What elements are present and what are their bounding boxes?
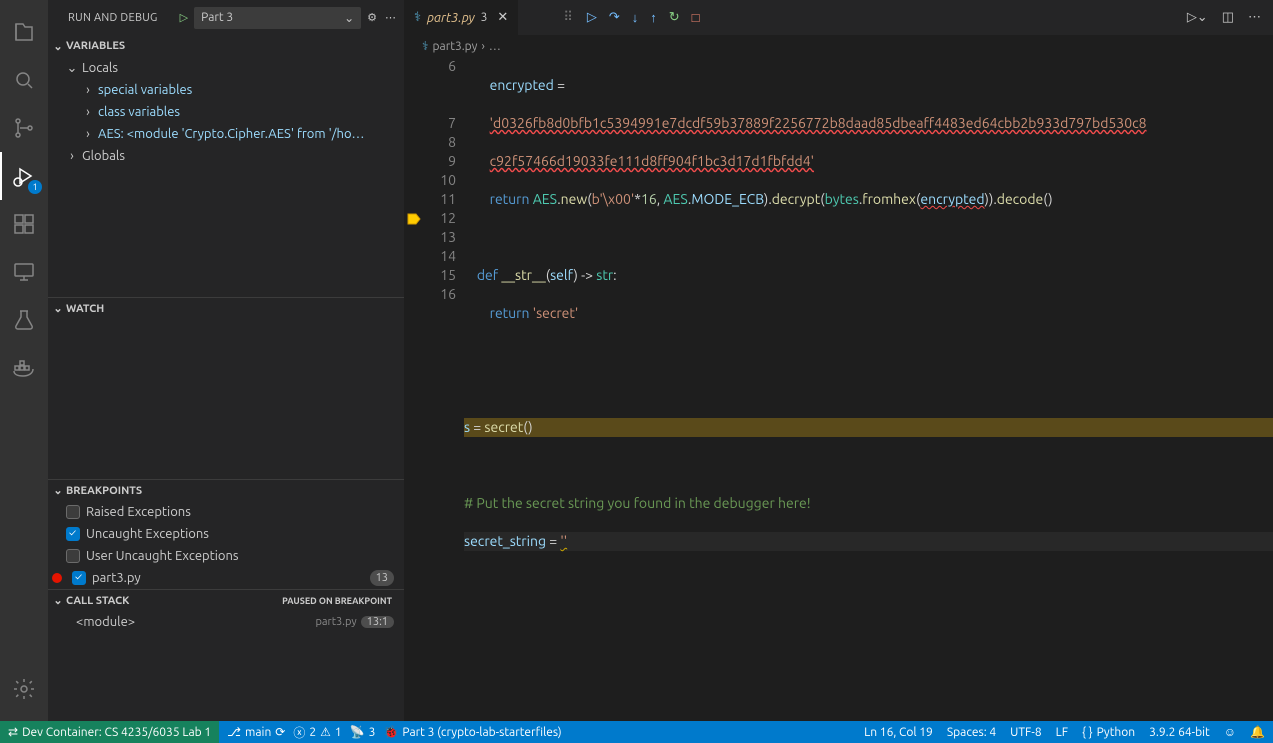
breakpoint-file-row[interactable]: part3.py13	[48, 567, 404, 589]
line-numbers: 6 7 8 9 10 11 12 13 14 15 16	[424, 57, 464, 721]
debug-badge: 1	[28, 180, 42, 194]
extensions-icon[interactable]	[0, 200, 48, 248]
radio-icon: 📡	[350, 725, 365, 739]
breakpoints-label: BREAKPOINTS	[66, 485, 142, 497]
checkbox[interactable]	[66, 527, 80, 541]
breakpoint-row[interactable]: User Uncaught Exceptions	[48, 545, 404, 567]
editor-area: ⚕ part3.py 3 ✕ ⠿ ▷ ↷ ↓ ↑ ↻ □ ▷⌄ ◫ ⋯ ⚕	[404, 0, 1273, 721]
watch-label: WATCH	[66, 303, 104, 315]
debug-config-dropdown[interactable]: Part 3⌄	[194, 7, 361, 29]
debug-icon: 🐞	[383, 725, 398, 739]
watch-body	[48, 319, 404, 479]
settings-gear-icon[interactable]	[0, 665, 48, 713]
variables-section-header[interactable]: ⌄VARIABLES	[48, 35, 404, 57]
notifications-icon[interactable]: 🔔	[1250, 725, 1265, 739]
breakpoint-count-badge: 13	[370, 570, 394, 586]
eol[interactable]: LF	[1056, 726, 1068, 739]
debug-config-label: Part 3	[201, 11, 233, 24]
python-interpreter[interactable]: 3.9.2 64-bit	[1149, 726, 1210, 739]
checkbox[interactable]	[66, 549, 80, 563]
watch-section-header[interactable]: ⌄WATCH	[48, 297, 404, 319]
step-over-icon[interactable]: ↷	[609, 10, 620, 25]
feedback-icon[interactable]: ☺	[1224, 725, 1236, 739]
more-icon[interactable]: ⋯	[385, 11, 396, 24]
step-out-icon[interactable]: ↑	[650, 10, 657, 25]
sync-icon[interactable]: ⟳	[275, 725, 285, 739]
breakpoint-row[interactable]: Uncaught Exceptions	[48, 523, 404, 545]
code-editor[interactable]: 6 7 8 9 10 11 12 13 14 15 16 encrypted =…	[404, 57, 1273, 721]
more-actions-icon[interactable]: ⋯	[1248, 10, 1261, 25]
docker-icon[interactable]	[0, 344, 48, 392]
continue-icon[interactable]: ▷	[587, 10, 597, 25]
branch-icon: ⎇	[227, 725, 241, 739]
paused-label: Paused on breakpoint	[282, 596, 392, 606]
tab-filename: part3.py	[427, 11, 475, 25]
git-branch[interactable]: ⎇main⟳	[227, 725, 285, 739]
variables-globals[interactable]: ›Globals	[48, 145, 404, 167]
remote-explorer-icon[interactable]	[0, 248, 48, 296]
language-mode[interactable]: { }Python	[1082, 726, 1135, 739]
checkbox[interactable]	[66, 505, 80, 519]
callstack-frame[interactable]: <module>part3.py13:1	[48, 611, 404, 633]
source-control-icon[interactable]	[0, 104, 48, 152]
variables-label: VARIABLES	[66, 40, 125, 52]
split-editor-icon[interactable]: ◫	[1222, 10, 1234, 25]
error-icon: ⓧ	[293, 724, 305, 741]
ports-indicator[interactable]: 📡3	[350, 725, 376, 739]
debug-toolbar: ⠿ ▷ ↷ ↓ ↑ ↻ □	[563, 0, 699, 35]
python-file-icon: ⚕	[422, 39, 429, 53]
current-frame-glyph	[404, 209, 424, 228]
stop-icon[interactable]: □	[692, 10, 700, 25]
variables-item[interactable]: ›class variables	[48, 101, 404, 123]
tab-bar: ⚕ part3.py 3 ✕ ⠿ ▷ ↷ ↓ ↑ ↻ □ ▷⌄ ◫ ⋯	[404, 0, 1273, 35]
encoding[interactable]: UTF-8	[1010, 726, 1041, 739]
callstack-section-header[interactable]: ⌄CALL STACKPaused on breakpoint	[48, 589, 404, 611]
breakpoints-section-header[interactable]: ⌄BREAKPOINTS	[48, 479, 404, 501]
testing-icon[interactable]	[0, 296, 48, 344]
variables-item[interactable]: ›AES: <module 'Crypto.Cipher.AES' from '…	[48, 123, 404, 145]
callstack-label: CALL STACK	[66, 595, 129, 607]
run-debug-icon[interactable]: 1	[0, 152, 48, 200]
close-tab-icon[interactable]: ✕	[497, 10, 508, 25]
problems-indicator[interactable]: ⓧ2⚠1	[293, 724, 341, 741]
run-icon[interactable]: ▷⌄	[1187, 10, 1208, 25]
debug-sidebar: RUN AND DEBUG ▷ Part 3⌄ ⚙ ⋯ ⌄VARIABLES ⌄…	[48, 0, 404, 721]
indentation[interactable]: Spaces: 4	[947, 726, 996, 739]
gear-icon[interactable]: ⚙	[367, 11, 377, 24]
checkbox[interactable]	[72, 571, 86, 585]
restart-icon[interactable]: ↻	[669, 10, 680, 25]
step-into-icon[interactable]: ↓	[632, 10, 639, 25]
tab-problem-count: 3	[481, 11, 488, 24]
variables-locals[interactable]: ⌄Locals	[48, 57, 404, 79]
status-bar: ⇄Dev Container: CS 4235/6035 Lab 1 ⎇main…	[0, 721, 1273, 743]
cursor-position[interactable]: Ln 16, Col 19	[864, 726, 933, 739]
breakpoint-row[interactable]: Raised Exceptions	[48, 501, 404, 523]
search-icon[interactable]	[0, 56, 48, 104]
start-debug-icon[interactable]: ▷	[180, 11, 188, 24]
breadcrumb[interactable]: ⚕ part3.py › …	[404, 35, 1273, 57]
breakpoint-dot-icon	[52, 573, 62, 583]
sidebar-header: RUN AND DEBUG ▷ Part 3⌄ ⚙ ⋯	[48, 0, 404, 35]
python-file-icon: ⚕	[414, 10, 421, 25]
explorer-icon[interactable]	[0, 8, 48, 56]
variables-item[interactable]: ›special variables	[48, 79, 404, 101]
debug-status[interactable]: 🐞Part 3 (crypto-lab-starterfiles)	[383, 725, 561, 739]
activity-bar: 1	[0, 0, 48, 721]
remote-icon: ⇄	[8, 725, 18, 739]
drag-handle-icon[interactable]: ⠿	[563, 10, 573, 25]
remote-indicator[interactable]: ⇄Dev Container: CS 4235/6035 Lab 1	[0, 721, 219, 743]
sidebar-title: RUN AND DEBUG	[68, 12, 158, 24]
warning-icon: ⚠	[320, 725, 331, 739]
editor-tab[interactable]: ⚕ part3.py 3 ✕	[404, 0, 518, 35]
